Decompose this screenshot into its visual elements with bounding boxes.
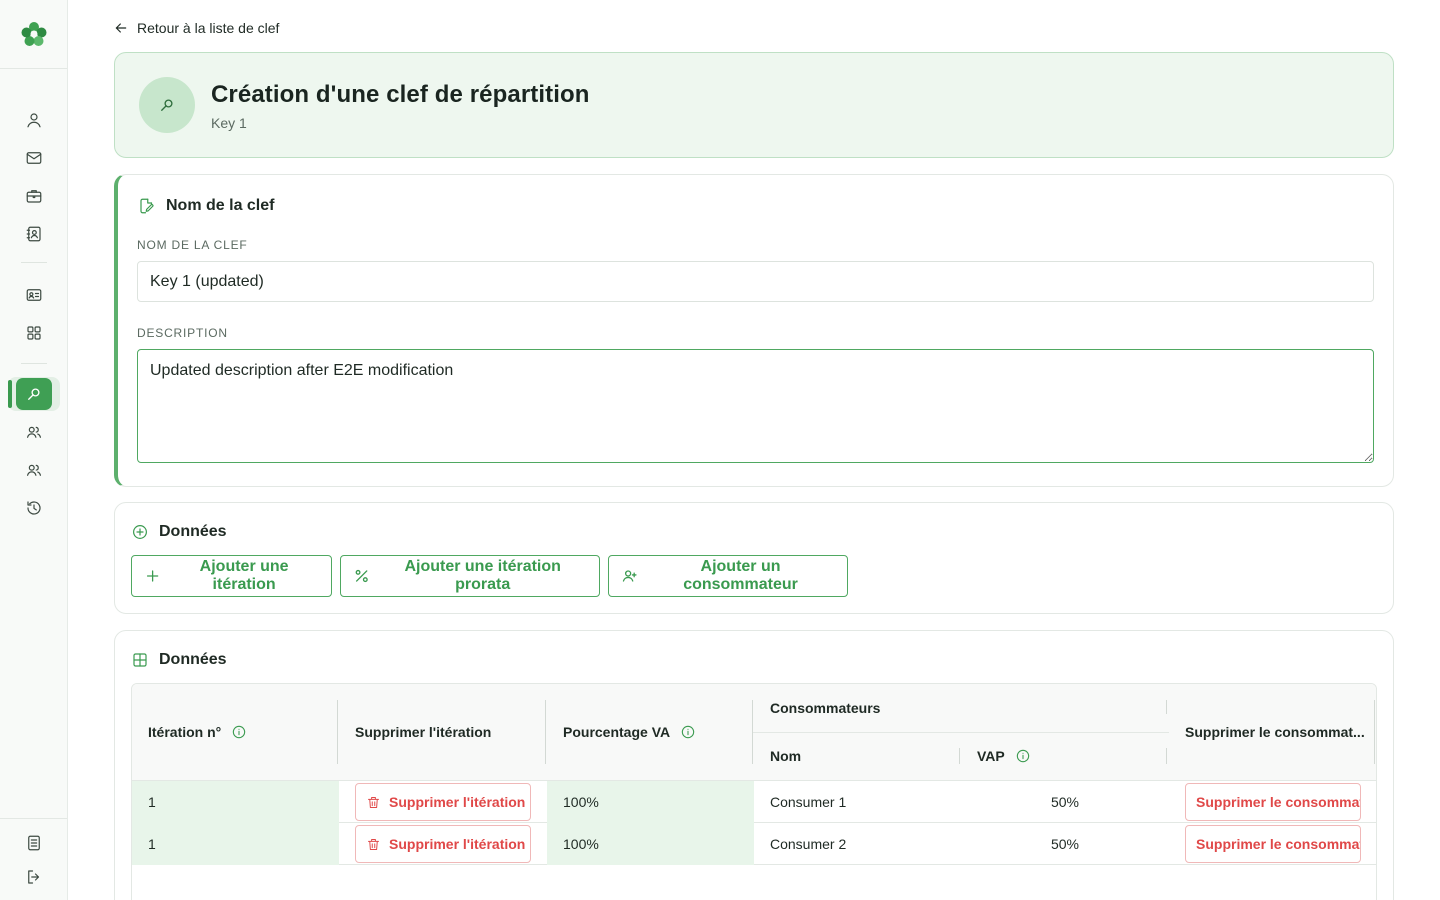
trash-icon — [368, 796, 379, 808]
history-icon[interactable] — [22, 496, 46, 520]
sidebar — [0, 0, 68, 900]
header-label: Itération n° — [148, 724, 222, 740]
id-card-icon[interactable] — [22, 283, 46, 307]
description-field-label: DESCRIPTION — [137, 326, 228, 340]
users-icon[interactable] — [22, 420, 46, 444]
table-header: Itération n° Supprimer l'itération Pourc… — [132, 684, 1376, 781]
table-row: 1 Supprimer l'itération 100% Consumer 1 … — [132, 781, 1376, 823]
info-icon[interactable] — [1015, 748, 1031, 764]
table-icon — [133, 653, 147, 667]
header-label: Pourcentage VA — [563, 724, 671, 740]
sidebar-separator — [21, 262, 47, 263]
column-separator[interactable] — [545, 700, 546, 764]
section-label: Nom de la clef — [166, 197, 275, 214]
iteration-cell: 1 — [132, 823, 339, 865]
logout-icon[interactable] — [22, 865, 46, 889]
add-prorata-iteration-button[interactable]: Ajouter une itération prorata — [340, 555, 600, 597]
percent-icon — [355, 569, 368, 583]
document-icon[interactable] — [22, 831, 46, 855]
header-percentage[interactable]: Pourcentage VA — [563, 724, 696, 740]
column-separator — [1166, 700, 1167, 714]
header-label: VAP — [977, 748, 1005, 764]
button-label: Supprimer le consommateur — [1196, 836, 1360, 852]
header-name[interactable]: Nom — [770, 748, 801, 764]
header-label: Supprimer le consommat... — [1185, 724, 1365, 740]
header-label: Consommateurs — [770, 700, 881, 716]
vap-cell: 50% — [1050, 794, 1079, 810]
header-delete-iteration[interactable]: Supprimer l'itération — [355, 724, 491, 740]
consumer-name-cell: Consumer 1 — [770, 794, 847, 810]
key-avatar — [139, 77, 195, 133]
page-subtitle: Key 1 — [211, 115, 247, 131]
button-label: Ajouter une itération prorata — [404, 558, 561, 593]
user-plus-icon — [622, 570, 637, 582]
delete-consumer-button[interactable]: Supprimer le consommateur — [1185, 825, 1361, 863]
header-label: Nom — [770, 748, 802, 764]
briefcase-icon[interactable] — [22, 184, 46, 208]
header-group-divider — [753, 732, 1169, 733]
key-icon — [161, 99, 173, 111]
trash-icon — [368, 838, 379, 850]
column-separator[interactable] — [337, 700, 338, 764]
header-delete-consumer[interactable]: Supprimer le consommat... — [1185, 724, 1365, 740]
delete-iteration-button[interactable]: Supprimer l'itération — [355, 783, 531, 821]
add-iteration-button[interactable]: Ajouter une itération — [131, 555, 332, 597]
data-actions-card: Données Ajouter une itération Ajouter un… — [114, 502, 1394, 614]
button-label: Ajouter un consommateur — [683, 558, 798, 593]
key-name-input[interactable] — [137, 261, 1374, 302]
grid-icon[interactable] — [22, 321, 46, 345]
delete-consumer-button[interactable]: Supprimer le consommateur — [1185, 783, 1361, 821]
button-label: Supprimer l'itération — [389, 836, 526, 852]
info-icon[interactable] — [680, 724, 696, 740]
column-separator[interactable] — [1166, 748, 1167, 764]
data-table-section-title: Données — [131, 651, 227, 669]
column-separator[interactable] — [1374, 700, 1375, 764]
sidebar-divider — [0, 818, 67, 819]
section-label: Données — [159, 523, 227, 540]
table-row: 1 Supprimer l'itération 100% Consumer 2 … — [132, 823, 1376, 865]
iteration-cell: 1 — [132, 781, 339, 823]
data-table-card: Données Itération n° Supprimer l'itérati… — [114, 630, 1394, 900]
section-label: Données — [159, 651, 227, 668]
user-icon[interactable] — [22, 108, 46, 132]
vap-cell: 50% — [1050, 836, 1079, 852]
info-icon[interactable] — [231, 724, 247, 740]
header-consumers-group: Consommateurs — [770, 700, 880, 716]
mail-icon[interactable] — [22, 146, 46, 170]
name-field-label: NOM DE LA CLEF — [137, 238, 248, 252]
app-logo[interactable] — [19, 19, 49, 49]
data-actions-section-title: Données — [131, 523, 227, 541]
data-table: Itération n° Supprimer l'itération Pourc… — [131, 683, 1377, 900]
sidebar-divider — [0, 68, 67, 69]
key-name-section-title: Nom de la clef — [138, 197, 274, 215]
back-to-keys-link[interactable]: Retour à la liste de clef — [113, 20, 279, 36]
back-link-label: Retour à la liste de clef — [137, 20, 280, 36]
key-icon[interactable] — [16, 378, 52, 410]
arrow-left-icon — [115, 23, 127, 33]
button-label: Supprimer l'itération — [389, 794, 526, 810]
plus-circle-icon — [133, 525, 147, 539]
percentage-cell: 100% — [547, 781, 754, 823]
header-iteration[interactable]: Itération n° — [148, 724, 247, 740]
file-edit-icon — [140, 198, 154, 214]
column-separator[interactable] — [959, 748, 960, 764]
percentage-cell: 100% — [547, 823, 754, 865]
plus-icon — [146, 570, 159, 582]
page-header: Création d'une clef de répartition Key 1 — [114, 52, 1394, 158]
button-label: Ajouter une itération — [199, 558, 289, 593]
delete-iteration-button[interactable]: Supprimer l'itération — [355, 825, 531, 863]
consumer-name-cell: Consumer 2 — [770, 836, 847, 852]
page-title: Création d'une clef de répartition — [211, 81, 590, 108]
button-label: Supprimer le consommateur — [1196, 794, 1360, 810]
header-label: Supprimer l'itération — [355, 724, 492, 740]
add-consumer-button[interactable]: Ajouter un consommateur — [608, 555, 848, 597]
active-indicator — [8, 380, 12, 408]
header-vap[interactable]: VAP — [977, 748, 1031, 764]
description-textarea[interactable]: Updated description after E2E modificati… — [137, 349, 1374, 463]
users-icon[interactable] — [22, 458, 46, 482]
key-name-card: Nom de la clef NOM DE LA CLEF DESCRIPTIO… — [114, 174, 1394, 487]
contact-book-icon[interactable] — [22, 222, 46, 246]
sidebar-separator — [21, 363, 47, 364]
